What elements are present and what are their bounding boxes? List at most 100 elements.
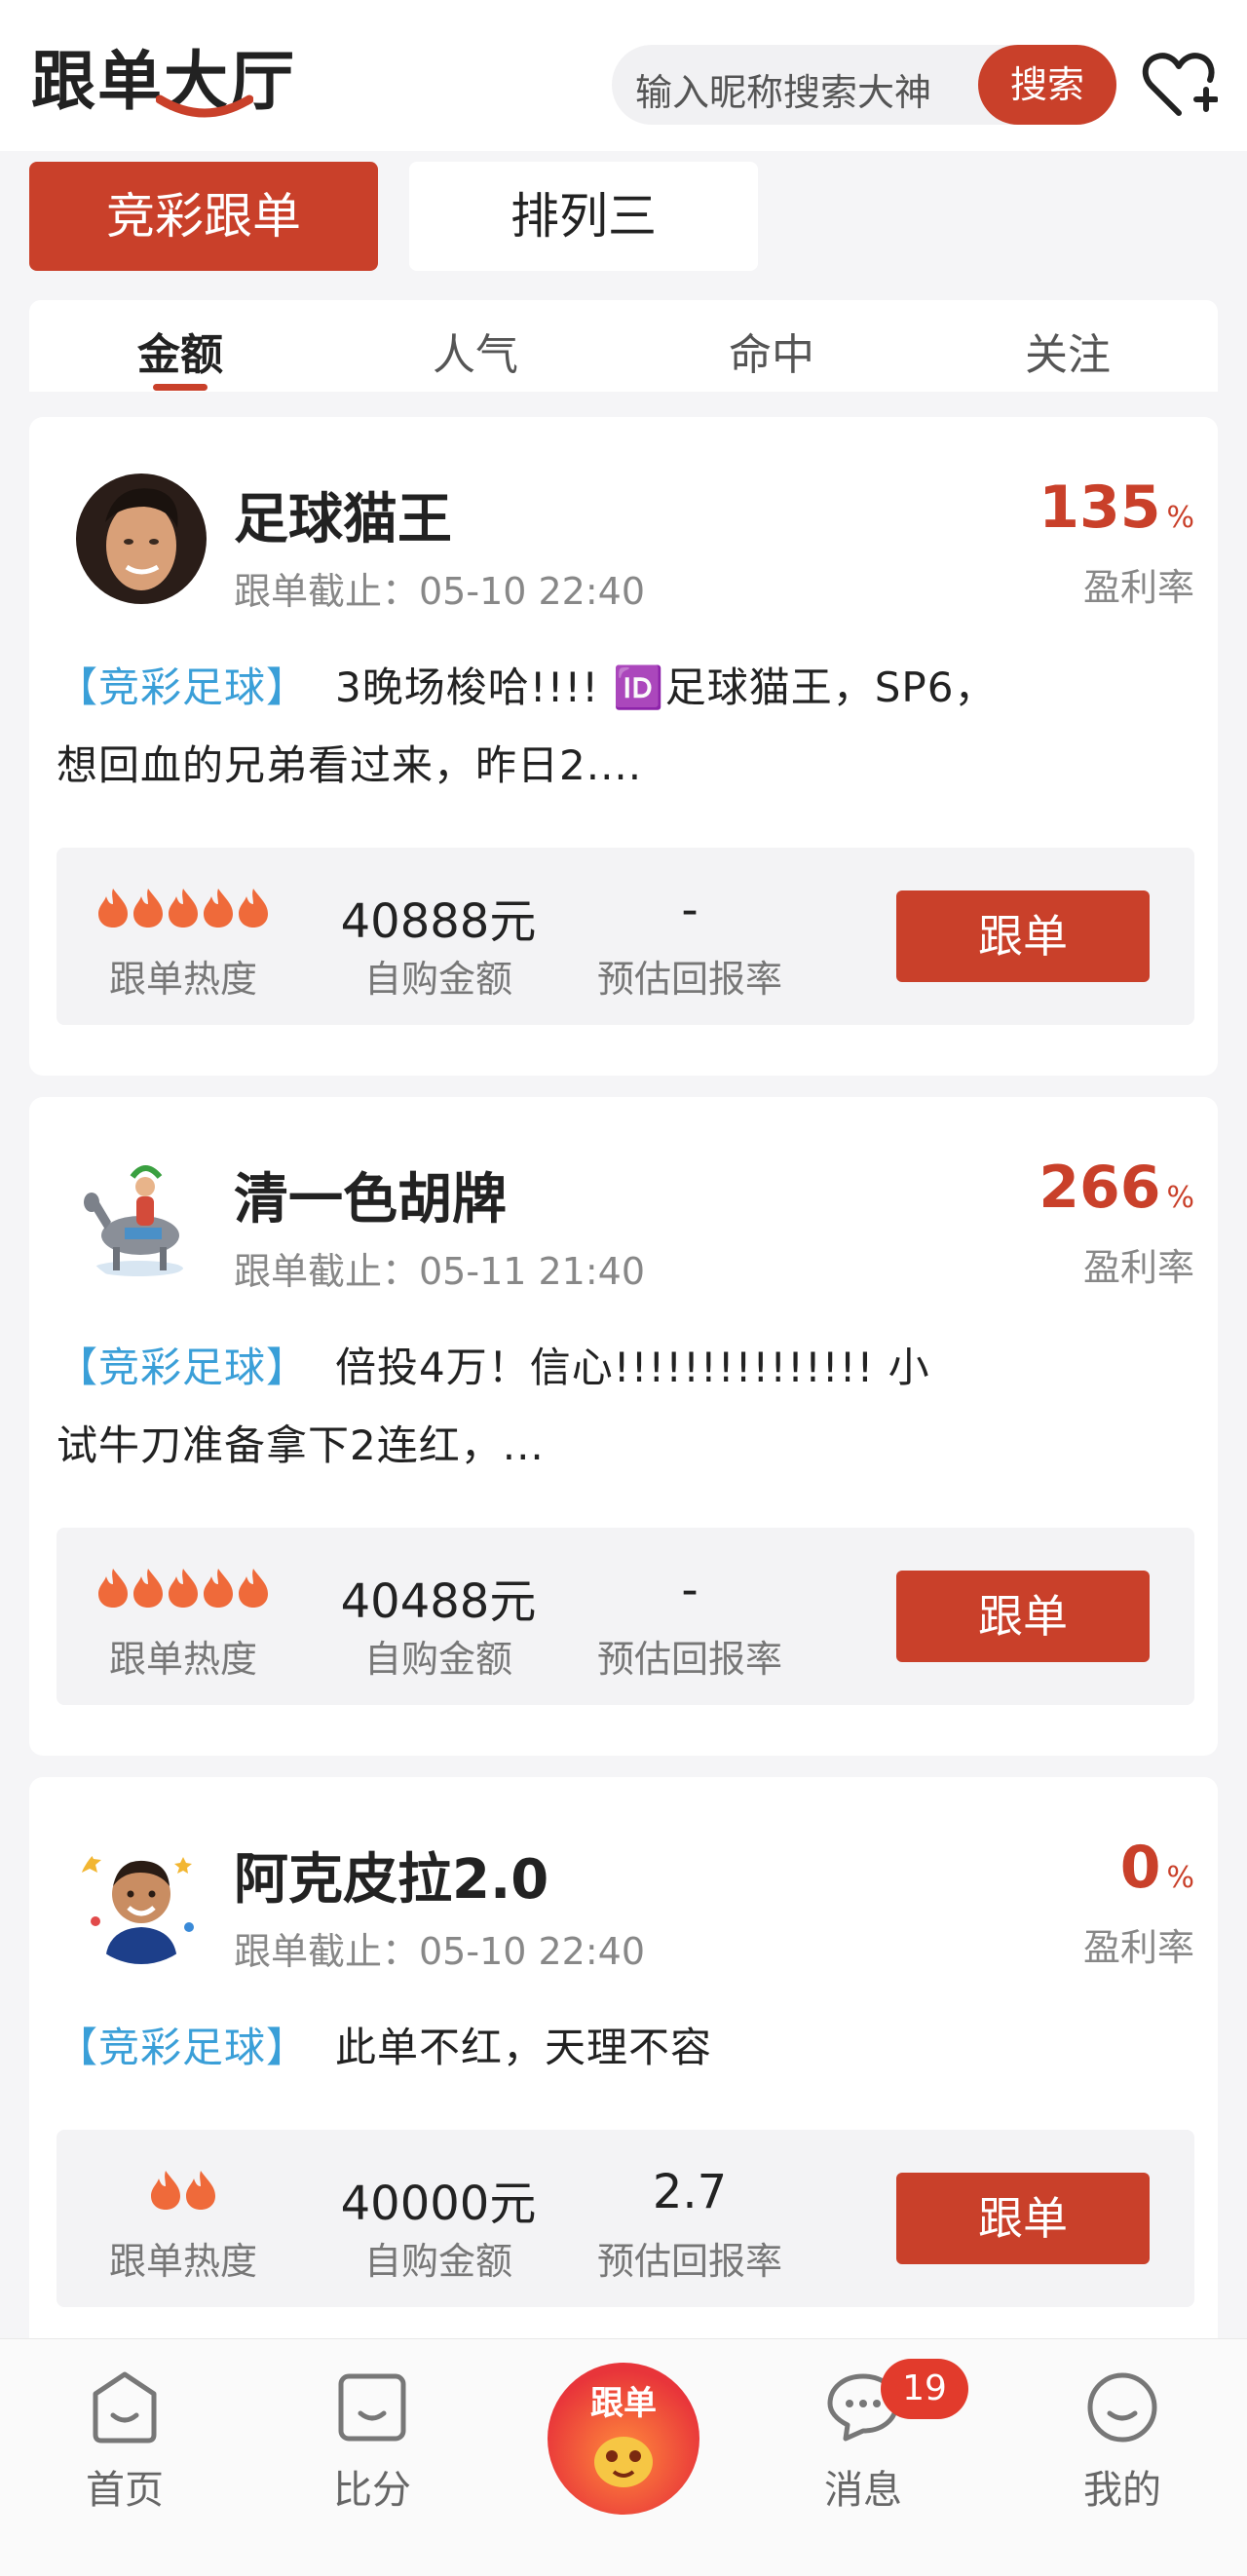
search-box[interactable]: 输入昵称搜索大神 搜索 — [612, 45, 1116, 125]
avatar-donkey-rider-icon — [76, 1154, 207, 1284]
heat-flames — [57, 887, 310, 933]
estimated-return-label: 预估回报率 — [596, 1638, 782, 1681]
nav-follow-center[interactable]: 跟单 — [548, 2363, 699, 2515]
flame-icon — [98, 889, 128, 928]
tab-jingcai[interactable]: 竞彩跟单 — [29, 162, 378, 271]
search-button[interactable]: 搜索 — [978, 45, 1116, 125]
avatar[interactable] — [76, 1154, 207, 1284]
flame-icon — [151, 2171, 180, 2210]
self-buy-label: 自购金额 — [363, 958, 512, 1001]
expert-name[interactable]: 阿克皮拉2.0 — [234, 1836, 548, 1914]
heat-label: 跟单热度 — [108, 958, 257, 1001]
tab-popularity[interactable]: 人气 — [378, 320, 573, 382]
follow-card[interactable]: 阿克皮拉2.0 跟单截止：05-10 22:40 0% 盈利率 【竞彩足球】 此单… — [29, 1777, 1218, 2362]
estimated-return: - — [681, 1563, 699, 1617]
heart-plus-icon[interactable] — [1140, 49, 1218, 123]
follow-button[interactable]: 跟单 — [896, 2173, 1150, 2264]
follow-deadline: 跟单截止：05-10 22:40 — [234, 1930, 646, 1973]
sort-tabs: 金额 人气 命中 关注 — [29, 300, 1218, 392]
estimated-return-label: 预估回报率 — [596, 958, 782, 1001]
avatar[interactable] — [76, 1834, 207, 1964]
profit-rate-unit: % — [1166, 1181, 1194, 1215]
follow-card[interactable]: 清一色胡牌 跟单截止：05-11 21:40 266% 盈利率 【竞彩足球】 倍投… — [29, 1097, 1218, 1756]
profit-rate-value: 135 — [1039, 474, 1161, 542]
profile-icon — [1087, 2372, 1157, 2443]
mascot-icon — [594, 2437, 653, 2487]
nav-score[interactable]: 比分 — [275, 2368, 470, 2515]
top-header: 跟单大厅 输入昵称搜索大神 搜索 — [0, 0, 1247, 151]
self-buy-amount: 40488元 — [340, 1574, 537, 1629]
stats-panel: 跟单热度 40000元 自购金额 2.7 预估回报率 跟单 — [57, 2130, 1194, 2307]
stats-panel: 跟单热度 40488元 自购金额 - 预估回报率 跟单 — [57, 1528, 1194, 1705]
self-buy-amount: 40000元 — [340, 2177, 537, 2231]
score-icon — [338, 2373, 406, 2442]
flame-icon — [204, 889, 233, 928]
tab-following[interactable]: 关注 — [970, 320, 1165, 382]
flame-icon — [169, 889, 198, 928]
desc-line-2: 试牛刀准备拿下2连红，... — [57, 1421, 545, 1469]
avatar[interactable] — [76, 474, 207, 604]
desc-line-1: 此单不红，天理不容 — [335, 2024, 713, 2071]
bottom-nav: 首页 比分 跟单 消息 19 我的 — [0, 2338, 1247, 2576]
flame-icon — [133, 1569, 163, 1608]
stats-panel: 跟单热度 40888元 自购金额 - 预估回报率 跟单 — [57, 848, 1194, 1025]
desc-line-1: 倍投4万！信心!!!!!!!!!!!!!!! 小 — [335, 1344, 930, 1391]
profit-rate-value: 0 — [1119, 1834, 1161, 1902]
tab-hit[interactable]: 命中 — [674, 320, 869, 382]
follow-card[interactable]: 足球猫王 跟单截止：05-10 22:40 135% 盈利率 【竞彩足球】 3晚场… — [29, 417, 1218, 1076]
profit-rate-unit: % — [1166, 1861, 1194, 1895]
profit-rate: 266% — [1039, 1154, 1194, 1222]
desc-line-2: 想回血的兄弟看过来，昨日2.... — [57, 741, 643, 789]
flame-icon — [133, 889, 163, 928]
avatar-cartoon-player-icon — [76, 1834, 207, 1964]
home-icon — [93, 2371, 157, 2443]
self-buy-label: 自购金额 — [363, 2240, 512, 2283]
flame-icon — [169, 1569, 198, 1608]
heat-flames — [57, 2169, 310, 2216]
tab-amount[interactable]: 金额 — [83, 320, 278, 382]
profit-rate: 0% — [1120, 1834, 1194, 1902]
nav-messages-label: 消息 — [824, 2468, 902, 2513]
profit-rate-label: 盈利率 — [1082, 566, 1194, 609]
follow-deadline: 跟单截止：05-10 22:40 — [234, 570, 646, 613]
tab-pailiesan[interactable]: 排列三 — [409, 162, 758, 271]
expert-name[interactable]: 清一色胡牌 — [234, 1155, 507, 1234]
self-buy-label: 自购金额 — [363, 1638, 512, 1681]
avatar-portrait-icon — [76, 474, 207, 604]
nav-score-label: 比分 — [333, 2468, 411, 2513]
profit-rate-label: 盈利率 — [1082, 1926, 1194, 1969]
plan-description[interactable]: 【竞彩足球】 3晚场梭哈!!!! 🆔足球猫王，SP6， 想回血的兄弟看过来，昨日2… — [57, 649, 1187, 805]
flame-icon — [186, 2171, 215, 2210]
plan-description[interactable]: 【竞彩足球】 倍投4万！信心!!!!!!!!!!!!!!! 小 试牛刀准备拿下2连… — [57, 1329, 1187, 1485]
estimated-return: - — [681, 883, 699, 937]
desc-line-1: 3晚场梭哈!!!! 🆔足球猫王，SP6， — [335, 663, 997, 711]
heat-label: 跟单热度 — [108, 2240, 257, 2283]
category-tag: 【竞彩足球】 — [57, 2024, 309, 2071]
estimated-return: 2.7 — [652, 2165, 728, 2219]
estimated-return-label: 预估回报率 — [596, 2240, 782, 2283]
follow-deadline: 跟单截止：05-11 21:40 — [234, 1250, 646, 1293]
category-tag: 【竞彩足球】 — [57, 663, 309, 711]
nav-home-label: 首页 — [86, 2468, 164, 2513]
flame-icon — [204, 1569, 233, 1608]
profit-rate-unit: % — [1166, 501, 1194, 535]
nav-mine[interactable]: 我的 — [1025, 2368, 1220, 2515]
logo-smile-icon — [156, 95, 253, 118]
follow-button[interactable]: 跟单 — [896, 1571, 1150, 1662]
flame-icon — [239, 889, 268, 928]
active-tab-indicator — [153, 384, 208, 391]
flame-icon — [98, 1569, 128, 1608]
message-count-badge: 19 — [881, 2359, 968, 2419]
self-buy-amount: 40888元 — [340, 894, 537, 949]
nav-mine-label: 我的 — [1083, 2468, 1161, 2513]
follow-button[interactable]: 跟单 — [896, 890, 1150, 982]
search-input[interactable]: 输入昵称搜索大神 — [635, 62, 931, 116]
expert-name[interactable]: 足球猫王 — [234, 475, 452, 554]
profit-rate: 135% — [1039, 474, 1194, 542]
heat-label: 跟单热度 — [108, 1638, 257, 1681]
plan-description[interactable]: 【竞彩足球】 此单不红，天理不容 — [57, 2009, 1187, 2087]
nav-home[interactable]: 首页 — [27, 2368, 222, 2515]
profit-rate-label: 盈利率 — [1082, 1246, 1194, 1289]
category-tag: 【竞彩足球】 — [57, 1344, 309, 1391]
flame-icon — [239, 1569, 268, 1608]
